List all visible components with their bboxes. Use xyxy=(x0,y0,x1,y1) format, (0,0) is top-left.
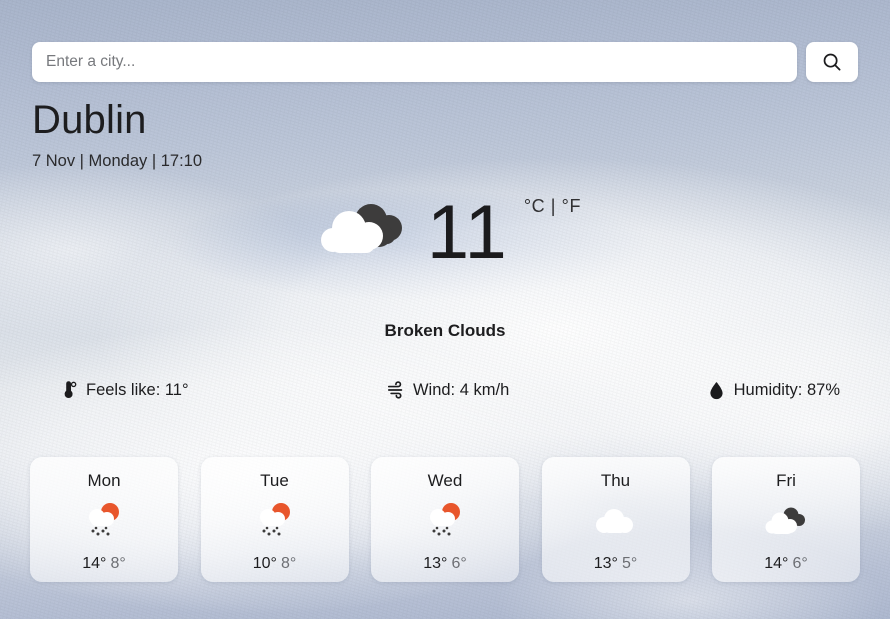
humidity-droplet-icon xyxy=(708,380,726,400)
search-input[interactable] xyxy=(32,42,797,82)
search-icon xyxy=(822,52,842,72)
weather-stats: Feels like: 11° Wind: 4 km/h Humidity: 8… xyxy=(60,380,840,400)
wind-icon xyxy=(387,380,405,400)
forecast-day-label: Thu xyxy=(600,471,631,490)
forecast-high: 13° xyxy=(423,555,448,572)
stat-humidity: Humidity: 87% xyxy=(708,380,840,400)
forecast-day-label: Tue xyxy=(260,471,289,490)
forecast-temps: 13° 5° xyxy=(594,555,638,573)
forecast-card-mon[interactable]: Mon 14° 8° xyxy=(30,457,178,582)
cloud-icon xyxy=(588,501,644,543)
forecast-high: 13° xyxy=(593,555,618,572)
forecast-day-label: Wed xyxy=(427,471,463,490)
stat-wind-label: Wind: 4 km/h xyxy=(412,380,510,399)
forecast-temps: 10° 8° xyxy=(253,555,297,573)
forecast-low: 8° xyxy=(280,555,297,572)
forecast-card-fri[interactable]: Fri 14° 6° xyxy=(712,457,860,582)
weather-app: Dublin 7 Nov | Monday | 17:10 xyxy=(0,0,890,619)
city-name: Dublin xyxy=(32,98,147,142)
forecast-list: Mon 14° 8° Tue 10° 8° Wed 13° 6° Thu 13°… xyxy=(30,457,860,582)
current-datetime: 7 Nov | Monday | 17:10 xyxy=(32,152,203,170)
sun-cloud-rain-icon xyxy=(417,501,473,543)
forecast-day-label: Fri xyxy=(776,471,796,490)
stat-feels-like-label: Feels like: 11° xyxy=(86,380,189,399)
search-button[interactable] xyxy=(806,42,858,82)
forecast-temps: 13° 6° xyxy=(423,555,467,573)
forecast-low: 6° xyxy=(451,555,467,572)
forecast-card-tue[interactable]: Tue 10° 8° xyxy=(200,457,349,582)
current-temperature: 11 xyxy=(426,190,508,275)
broken-clouds-icon xyxy=(758,501,814,543)
stat-wind: Wind: 4 km/h xyxy=(387,380,509,400)
forecast-card-wed[interactable]: Wed 13° 6° xyxy=(371,457,519,582)
forecast-low: 5° xyxy=(621,555,638,572)
forecast-low: 6° xyxy=(792,555,808,572)
forecast-high: 14° xyxy=(82,555,107,572)
forecast-low: 8° xyxy=(110,555,126,572)
forecast-card-thu[interactable]: Thu 13° 5° xyxy=(541,457,690,582)
current-conditions: 11 °C | °F Broken Clouds xyxy=(0,178,890,348)
sun-cloud-rain-icon xyxy=(247,501,303,543)
forecast-high: 10° xyxy=(252,555,277,572)
forecast-temps: 14° 6° xyxy=(764,555,808,573)
stat-humidity-label: Humidity: 87% xyxy=(733,380,840,399)
weather-description: Broken Clouds xyxy=(384,321,506,340)
forecast-high: 14° xyxy=(764,555,789,572)
forecast-temps: 14° 8° xyxy=(82,555,126,573)
broken-clouds-icon xyxy=(309,188,419,278)
stat-feels-like: Feels like: 11° xyxy=(60,380,189,400)
thermometer-icon xyxy=(60,380,78,400)
sun-cloud-rain-icon xyxy=(76,501,132,543)
unit-toggle[interactable]: °C | °F xyxy=(524,196,581,217)
forecast-day-label: Mon xyxy=(87,471,121,490)
search-bar xyxy=(32,42,858,82)
